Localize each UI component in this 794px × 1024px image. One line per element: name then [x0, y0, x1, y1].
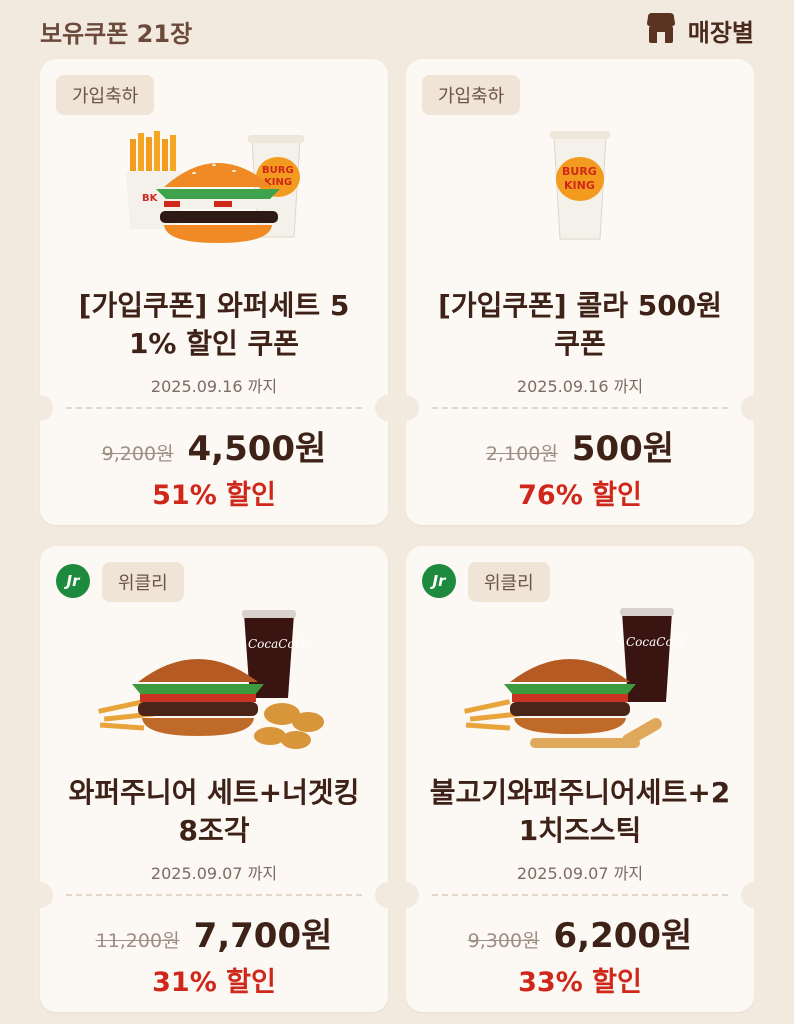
svg-text:CocaCola: CocaCola: [248, 637, 306, 651]
coupon-name-line2: 1% 할인 쿠폰: [128, 327, 300, 360]
coupon-card[interactable]: Jr 위클리 CocaCola 와퍼주니어 세트+너겟킹 8조각 2025.09…: [27, 546, 401, 1012]
junior-badge-icon: Jr: [422, 564, 456, 598]
dashed-divider: [66, 407, 362, 409]
coupon-name: [가입쿠폰] 와퍼세트 5 1% 할인 쿠폰: [54, 287, 374, 363]
coupon-card[interactable]: Jr 위클리 CocaCola 불고기와퍼주니어세트+2 1치즈스틱 2025.…: [393, 546, 767, 1012]
discounted-price: 500원: [571, 429, 675, 469]
coupon-name-line2: 8조각: [178, 814, 250, 847]
coupon-tag: 위클리: [468, 562, 550, 602]
coupon-expiry-date: 2025.09.07 까지: [150, 864, 278, 883]
cola-cup-illustration: BURG KING: [550, 131, 610, 240]
coupon-name-line1: [가입쿠폰] 와퍼세트 5: [78, 289, 350, 322]
coupon-expiry-date: 2025.09.16 까지: [516, 377, 644, 396]
coupon-count-title: 보유쿠폰 21장: [40, 20, 193, 48]
svg-text:BURG: BURG: [562, 165, 597, 178]
ticket-notch: [741, 882, 767, 908]
price-row: 9,300원 6,200원: [406, 908, 754, 957]
discount-rate: 76% 할인: [518, 480, 642, 511]
coupon-name: 불고기와퍼주니어세트+2 1치즈스틱: [420, 774, 740, 850]
store-icon: [644, 11, 678, 49]
discount-rate: 33% 할인: [518, 967, 642, 998]
discounted-price: 6,200원: [553, 916, 693, 956]
svg-text:CocaCola: CocaCola: [626, 635, 684, 649]
store-filter-label: 매장별: [687, 18, 754, 47]
original-price: 9,200원: [101, 443, 174, 465]
coupon-name-line1: [가입쿠폰] 콜라 500원: [438, 289, 722, 322]
top-bar: 보유쿠폰 21장 매장별: [0, 0, 794, 60]
coupon-tag: 가입축하: [56, 75, 155, 115]
svg-text:BK: BK: [142, 193, 159, 204]
discounted-price: 7,700원: [193, 916, 333, 956]
coupon-name-line1: 와퍼주니어 세트+너겟킹: [68, 776, 360, 809]
dashed-divider: [66, 894, 362, 896]
discount-rate: 51% 할인: [152, 480, 276, 511]
coupon-card[interactable]: 가입축하 BK BURG KING [가입쿠폰] 와퍼세트 5 1% 할인 쿠폰…: [27, 59, 401, 525]
dashed-divider: [432, 894, 728, 896]
ticket-notch: [393, 395, 419, 421]
junior-badge-icon: Jr: [56, 564, 90, 598]
ticket-notch: [741, 395, 767, 421]
bulgogi-whopper-jr-cheese-sticks-photo: CocaCola: [464, 608, 684, 748]
price-row: 9,200원 4,500원: [40, 421, 388, 470]
discounted-price: 4,500원: [187, 429, 327, 469]
coupon-name-line2: 1치즈스틱: [518, 814, 642, 847]
ticket-notch: [27, 395, 53, 421]
whopper-jr-nuggets-photo: CocaCola: [98, 610, 324, 749]
coupon-name: 와퍼주니어 세트+너겟킹 8조각: [54, 774, 374, 850]
discount-rate: 31% 할인: [152, 967, 276, 998]
coupon-expiry-date: 2025.09.07 까지: [516, 864, 644, 883]
ticket-notch: [27, 882, 53, 908]
price-row: 11,200원 7,700원: [40, 908, 388, 957]
svg-text:KING: KING: [564, 179, 595, 192]
svg-text:BURG: BURG: [262, 165, 294, 176]
coupon-tag: 위클리: [102, 562, 184, 602]
coupon-tag: 가입축하: [422, 75, 521, 115]
store-filter-button[interactable]: 매장별: [644, 10, 754, 50]
original-price: 2,100원: [485, 443, 558, 465]
coupon-name: [가입쿠폰] 콜라 500원 쿠폰: [420, 287, 740, 363]
coupon-expiry-date: 2025.09.16 까지: [150, 377, 278, 396]
coupon-name-line2: 쿠폰: [554, 327, 606, 360]
price-row: 2,100원 500원: [406, 421, 754, 470]
original-price: 9,300원: [467, 930, 540, 952]
coupon-name-line1: 불고기와퍼주니어세트+2: [429, 776, 731, 809]
dashed-divider: [432, 407, 728, 409]
coupon-card[interactable]: 가입축하 BURG KING [가입쿠폰] 콜라 500원 쿠폰 2025.09…: [393, 59, 767, 525]
original-price: 11,200원: [95, 930, 180, 952]
whopper-set-illustration: BK BURG KING: [126, 131, 304, 243]
ticket-notch: [393, 882, 419, 908]
